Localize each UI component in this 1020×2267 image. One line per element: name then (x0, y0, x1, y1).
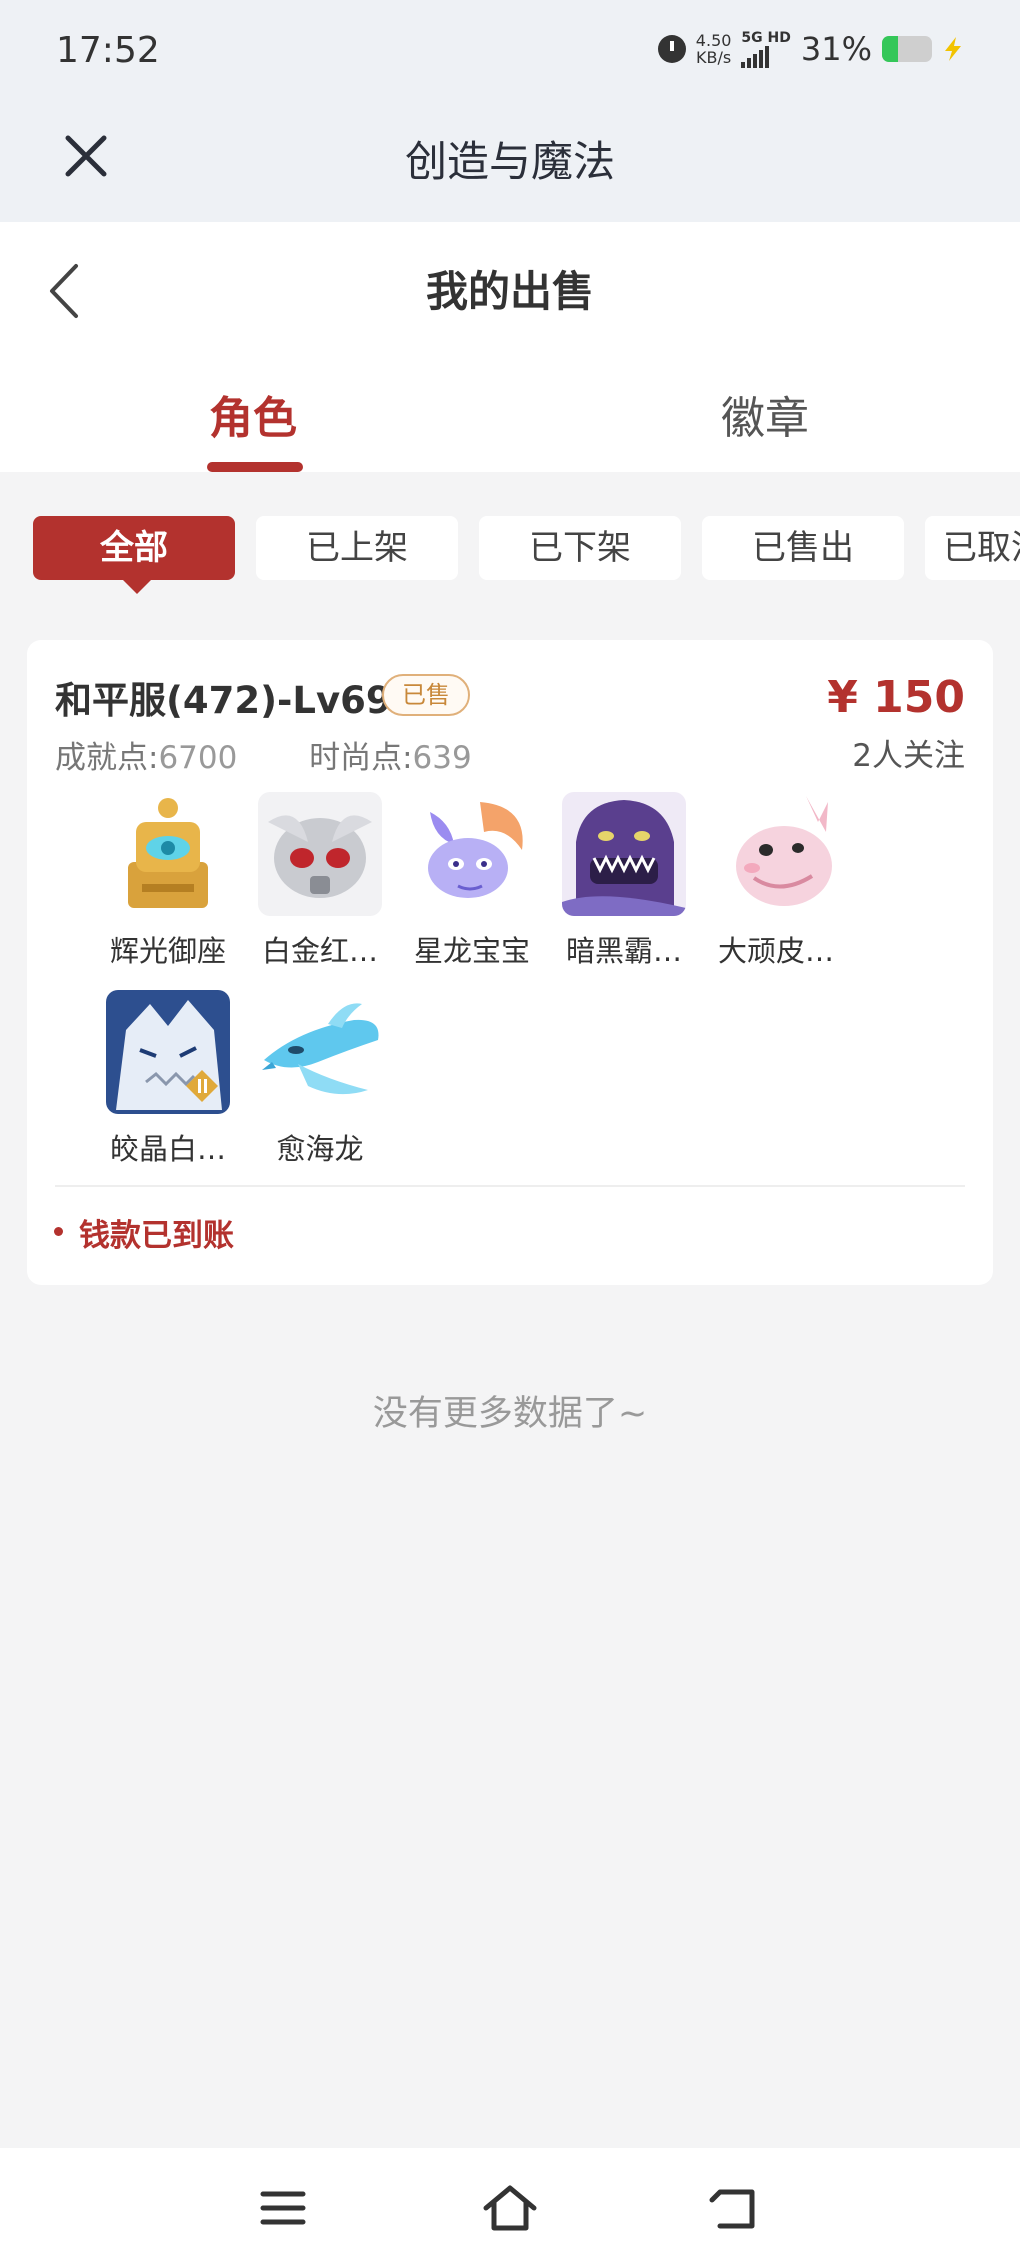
tab-roles[interactable]: 角色 (153, 382, 353, 446)
fashion-value: 639 (412, 740, 472, 776)
app-title: 创造与魔法 (404, 137, 615, 186)
silver-red-pet-icon (258, 792, 382, 916)
charging-icon (945, 37, 961, 61)
filter-cancelled[interactable]: 已取消 (925, 516, 1020, 580)
listing-card[interactable]: 和平服(472)-Lv69 已售 ¥ 150 成就点:6700 时尚点:639 … (27, 640, 993, 1285)
system-nav-bar (0, 2148, 1020, 2267)
big-prankster-pet-icon (714, 792, 838, 916)
pet-name: 辉光御座 (109, 934, 226, 968)
pet-item: 白金红… (244, 792, 396, 970)
status-icons: 4.50 KB/s 5G HD 31% (657, 29, 964, 68)
status-time: 17:52 (56, 30, 160, 71)
card-divider (55, 1185, 965, 1187)
pet-name: 暗黑霸… (565, 934, 682, 968)
back-nav-icon[interactable] (706, 2178, 766, 2238)
throne-pet-icon (106, 792, 230, 916)
pet-item: 星龙宝宝 (396, 792, 548, 970)
active-filter-pointer (121, 578, 153, 594)
net-speed-value: 4.50 (695, 31, 732, 50)
payment-status: 钱款已到账 (79, 1218, 234, 1254)
end-of-list-text: 没有更多数据了~ (372, 1394, 648, 1434)
listing-price: ¥ 150 (827, 672, 965, 723)
network-indicator: 5G HD (741, 29, 791, 68)
crystal-white-pet-icon (106, 990, 230, 1114)
status-badge: 已售 (382, 674, 470, 716)
net-speed-unit: KB/s (696, 48, 732, 67)
home-icon[interactable] (480, 2178, 540, 2238)
page-title: 我的出售 (425, 267, 594, 316)
signal-icon (741, 45, 790, 68)
filter-bar: 全部 已上架 已下架 已售出 已取消 (33, 516, 1020, 596)
net-speed: 4.50 KB/s (696, 32, 732, 66)
filter-sold[interactable]: 已售出 (702, 516, 904, 580)
filter-all[interactable]: 全部 (33, 516, 235, 580)
filter-delisted[interactable]: 已下架 (479, 516, 681, 580)
pet-item: 大顽皮… (700, 792, 852, 970)
pet-item: 暗黑霸… (548, 792, 700, 970)
pet-item: 愈海龙 (244, 990, 396, 1168)
achievement-label: 成就点: (55, 740, 159, 776)
app-title-bar: 创造与魔法 (0, 110, 1020, 222)
menu-icon[interactable] (253, 2178, 313, 2238)
healing-sea-dragon-pet-icon (258, 990, 382, 1114)
dark-overlord-pet-icon (562, 792, 686, 916)
pet-name: 大顽皮… (717, 934, 834, 968)
pet-name: 愈海龙 (276, 1132, 364, 1166)
status-bar: 17:52 4.50 KB/s 5G HD 31% (0, 0, 1020, 110)
pet-name: 星龙宝宝 (413, 934, 530, 968)
active-tab-indicator (207, 462, 303, 472)
alarm-icon (657, 35, 686, 63)
listing-stats: 成就点:6700 时尚点:639 (55, 732, 472, 777)
battery-percent: 31% (800, 30, 872, 68)
follower-count: 2人关注 (852, 738, 965, 774)
achievement-value: 6700 (158, 740, 238, 776)
pet-name: 白金红… (261, 934, 378, 968)
pet-item: 辉光御座 (92, 792, 244, 970)
star-dragon-pet-icon (410, 792, 534, 916)
battery-icon (882, 36, 932, 62)
fashion-label: 时尚点: (309, 740, 413, 776)
status-dot (54, 1227, 63, 1236)
pet-item: 皎晶白… (92, 990, 244, 1168)
pet-name: 皎晶白… (109, 1132, 226, 1166)
listing-name: 和平服(472)-Lv69 (55, 679, 392, 722)
filter-listed[interactable]: 已上架 (256, 516, 458, 580)
network-type: 5G HD (741, 29, 791, 46)
tab-badges[interactable]: 徽章 (665, 382, 865, 446)
page-header: 我的出售 角色 徽章 (0, 222, 1020, 472)
